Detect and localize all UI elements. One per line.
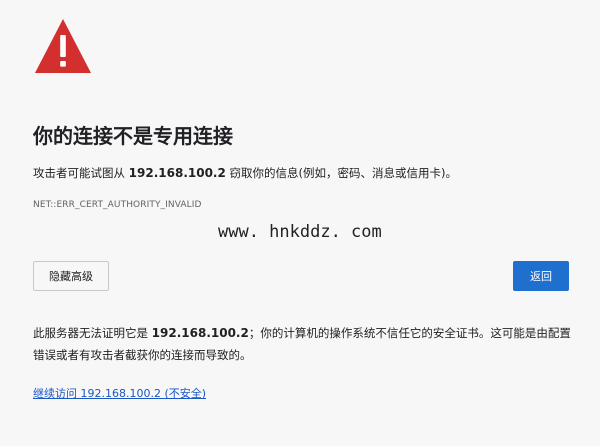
description-host: 192.168.100.2 — [128, 166, 226, 180]
proceed-unsafe-link[interactable]: 继续访问 192.168.100.2 (不安全) — [33, 385, 206, 401]
detail-host: 192.168.100.2 — [151, 326, 249, 340]
watermark-text: www. hnkddz. com — [218, 222, 382, 242]
advanced-detail-text: 此服务器无法证明它是 192.168.100.2；你的计算机的操作系统不信任它的… — [33, 322, 578, 366]
error-code: NET::ERR_CERT_AUTHORITY_INVALID — [33, 200, 202, 210]
warning-triangle-icon — [35, 19, 91, 73]
description-prefix: 攻击者可能试图从 — [33, 166, 129, 180]
back-button[interactable]: 返回 — [513, 261, 569, 291]
description-suffix: 窃取你的信息(例如，密码、消息或信用卡)。 — [225, 166, 457, 180]
interstitial-page: 你的连接不是专用连接 攻击者可能试图从 192.168.100.2 窃取你的信息… — [0, 0, 600, 446]
hide-advanced-button[interactable]: 隐藏高级 — [33, 261, 109, 291]
page-title: 你的连接不是专用连接 — [33, 124, 233, 148]
detail-prefix: 此服务器无法证明它是 — [33, 326, 152, 340]
description-text: 攻击者可能试图从 192.168.100.2 窃取你的信息(例如，密码、消息或信… — [33, 165, 457, 181]
